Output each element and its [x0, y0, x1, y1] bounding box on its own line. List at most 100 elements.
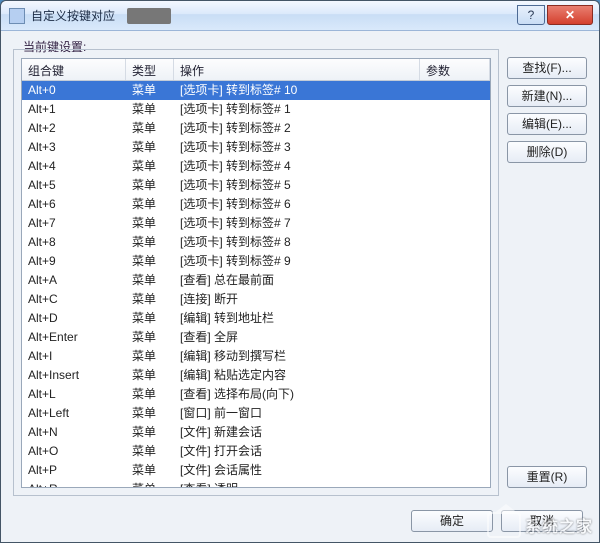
cell-op: [选项卡] 转到标签# 1 [174, 100, 420, 119]
col-header-op[interactable]: 操作 [174, 59, 420, 80]
table-row[interactable]: Alt+9菜单[选项卡] 转到标签# 9 [22, 252, 490, 271]
cell-key: Alt+5 [22, 176, 126, 195]
cell-type: 菜单 [126, 100, 174, 119]
table-row[interactable]: Alt+4菜单[选项卡] 转到标签# 4 [22, 157, 490, 176]
cell-op: [窗口] 前一窗口 [174, 404, 420, 423]
table-row[interactable]: Alt+Left菜单[窗口] 前一窗口 [22, 404, 490, 423]
window-title: 自定义按键对应 [31, 7, 115, 24]
cell-type: 菜单 [126, 423, 174, 442]
cell-param [420, 328, 490, 347]
cell-type: 菜单 [126, 176, 174, 195]
cell-key: Alt+9 [22, 252, 126, 271]
table-row[interactable]: Alt+0菜单[选项卡] 转到标签# 10 [22, 81, 490, 100]
title-bar[interactable]: 自定义按键对应 ? ✕ [1, 1, 599, 31]
reset-button[interactable]: 重置(R) [507, 466, 587, 488]
cell-param [420, 290, 490, 309]
table-row[interactable]: Alt+P菜单[文件] 会话属性 [22, 461, 490, 480]
cell-op: [选项卡] 转到标签# 2 [174, 119, 420, 138]
cell-param [420, 176, 490, 195]
table-row[interactable]: Alt+1菜单[选项卡] 转到标签# 1 [22, 100, 490, 119]
table-row[interactable]: Alt+7菜单[选项卡] 转到标签# 7 [22, 214, 490, 233]
cell-param [420, 404, 490, 423]
table-row[interactable]: Alt+D菜单[编辑] 转到地址栏 [22, 309, 490, 328]
cell-op: [编辑] 粘贴选定内容 [174, 366, 420, 385]
table-row[interactable]: Alt+8菜单[选项卡] 转到标签# 8 [22, 233, 490, 252]
dialog-button-bar: 确定 取消 [1, 500, 599, 542]
cell-key: Alt+Enter [22, 328, 126, 347]
cell-param [420, 385, 490, 404]
table-row[interactable]: Alt+N菜单[文件] 新建会话 [22, 423, 490, 442]
cell-key: Alt+Insert [22, 366, 126, 385]
cell-key: Alt+D [22, 309, 126, 328]
cell-op: [文件] 会话属性 [174, 461, 420, 480]
table-row[interactable]: Alt+Enter菜单[查看] 全屏 [22, 328, 490, 347]
find-button[interactable]: 查找(F)... [507, 57, 587, 79]
cell-param [420, 119, 490, 138]
cell-op: [连接] 断开 [174, 290, 420, 309]
table-row[interactable]: Alt+3菜单[选项卡] 转到标签# 3 [22, 138, 490, 157]
table-row[interactable]: Alt+O菜单[文件] 打开会话 [22, 442, 490, 461]
cell-op: [选项卡] 转到标签# 4 [174, 157, 420, 176]
table-row[interactable]: Alt+A菜单[查看] 总在最前面 [22, 271, 490, 290]
cell-type: 菜单 [126, 290, 174, 309]
dialog-window: 自定义按键对应 ? ✕ 当前键设置: 组合键 类型 操作 参数 Alt+0菜单[… [0, 0, 600, 543]
cell-type: 菜单 [126, 233, 174, 252]
col-header-type[interactable]: 类型 [126, 59, 174, 80]
cell-op: [查看] 选择布局(向下) [174, 385, 420, 404]
listview-header[interactable]: 组合键 类型 操作 参数 [22, 59, 490, 81]
cell-param [420, 138, 490, 157]
cell-type: 菜单 [126, 347, 174, 366]
app-icon [9, 8, 25, 24]
client-area: 当前键设置: 组合键 类型 操作 参数 Alt+0菜单[选项卡] 转到标签# 1… [1, 31, 599, 542]
cell-op: [文件] 新建会话 [174, 423, 420, 442]
delete-button[interactable]: 删除(D) [507, 141, 587, 163]
cell-key: Alt+4 [22, 157, 126, 176]
table-row[interactable]: Alt+5菜单[选项卡] 转到标签# 5 [22, 176, 490, 195]
cell-op: [查看] 全屏 [174, 328, 420, 347]
col-header-key[interactable]: 组合键 [22, 59, 126, 80]
cell-op: [选项卡] 转到标签# 10 [174, 81, 420, 100]
cell-key: Alt+I [22, 347, 126, 366]
cell-param [420, 100, 490, 119]
table-row[interactable]: Alt+I菜单[编辑] 移动到撰写栏 [22, 347, 490, 366]
cell-op: [编辑] 移动到撰写栏 [174, 347, 420, 366]
cell-op: [选项卡] 转到标签# 9 [174, 252, 420, 271]
cell-key: Alt+0 [22, 81, 126, 100]
cell-op: [文件] 打开会话 [174, 442, 420, 461]
cell-param [420, 347, 490, 366]
edit-button[interactable]: 编辑(E)... [507, 113, 587, 135]
cell-param [420, 461, 490, 480]
cell-param [420, 195, 490, 214]
table-row[interactable]: Alt+L菜单[查看] 选择布局(向下) [22, 385, 490, 404]
table-row[interactable]: Alt+2菜单[选项卡] 转到标签# 2 [22, 119, 490, 138]
cancel-button[interactable]: 取消 [501, 510, 583, 532]
group-box: 组合键 类型 操作 参数 Alt+0菜单[选项卡] 转到标签# 10Alt+1菜… [13, 49, 499, 496]
col-header-param[interactable]: 参数 [420, 59, 490, 80]
cell-key: Alt+7 [22, 214, 126, 233]
table-row[interactable]: Alt+6菜单[选项卡] 转到标签# 6 [22, 195, 490, 214]
new-button[interactable]: 新建(N)... [507, 85, 587, 107]
cell-op: [选项卡] 转到标签# 3 [174, 138, 420, 157]
cell-key: Alt+A [22, 271, 126, 290]
cell-op: [选项卡] 转到标签# 8 [174, 233, 420, 252]
key-bindings-listview[interactable]: 组合键 类型 操作 参数 Alt+0菜单[选项卡] 转到标签# 10Alt+1菜… [21, 58, 491, 488]
table-row[interactable]: Alt+C菜单[连接] 断开 [22, 290, 490, 309]
table-row[interactable]: Alt+Insert菜单[编辑] 粘贴选定内容 [22, 366, 490, 385]
cell-op: [选项卡] 转到标签# 6 [174, 195, 420, 214]
cell-type: 菜单 [126, 271, 174, 290]
cell-param [420, 252, 490, 271]
ok-button[interactable]: 确定 [411, 510, 493, 532]
listview-body[interactable]: Alt+0菜单[选项卡] 转到标签# 10Alt+1菜单[选项卡] 转到标签# … [22, 81, 490, 487]
cell-type: 菜单 [126, 252, 174, 271]
cell-key: Alt+2 [22, 119, 126, 138]
cell-param [420, 366, 490, 385]
cell-key: Alt+3 [22, 138, 126, 157]
cell-op: [选项卡] 转到标签# 7 [174, 214, 420, 233]
help-button[interactable]: ? [517, 5, 545, 25]
table-row[interactable]: Alt+R菜单[查看] 透明 [22, 480, 490, 487]
close-button[interactable]: ✕ [547, 5, 593, 25]
cell-type: 菜单 [126, 138, 174, 157]
cell-op: [选项卡] 转到标签# 5 [174, 176, 420, 195]
cell-param [420, 157, 490, 176]
cell-param [420, 81, 490, 100]
